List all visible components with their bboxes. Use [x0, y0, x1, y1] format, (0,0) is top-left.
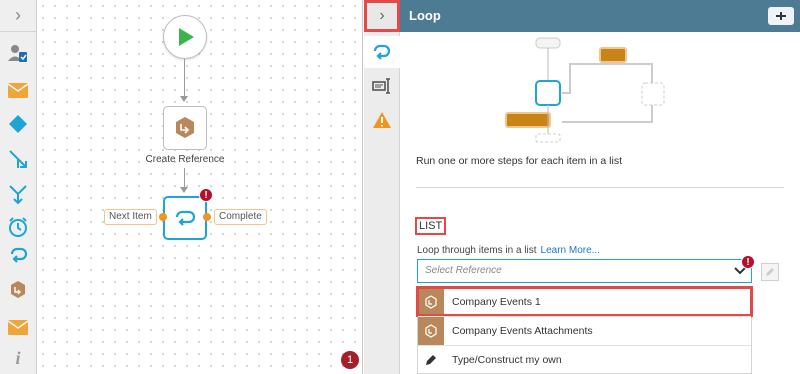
loop-icon — [373, 44, 390, 60]
connector-arrow-icon — [180, 187, 188, 193]
option-type-construct[interactable]: Type/Construct my own — [418, 346, 751, 374]
tab-loop[interactable] — [364, 36, 400, 68]
panel-header: Loop — [400, 0, 800, 32]
merge-icon[interactable] — [5, 181, 31, 207]
step-toolbar: › i — [0, 0, 37, 374]
next-item-label: Next Item — [104, 209, 157, 225]
reference-icon[interactable] — [5, 277, 31, 303]
info-icon[interactable]: i — [5, 345, 31, 371]
timer-icon[interactable] — [5, 214, 31, 240]
loop-icon — [175, 210, 196, 226]
reference-icon — [418, 317, 444, 345]
complete-label: Complete — [214, 209, 267, 225]
learn-more-link[interactable]: Learn More... — [541, 245, 600, 256]
option-label: Type/Construct my own — [452, 354, 562, 366]
add-step-button[interactable] — [768, 7, 794, 25]
reference-dropdown: Company Events 1 Company Events Attachme… — [416, 286, 753, 374]
pencil-icon — [766, 268, 774, 276]
create-reference-node[interactable] — [163, 106, 207, 150]
select-error-badge: ! — [741, 255, 755, 269]
tab-warnings[interactable] — [364, 104, 400, 136]
diamond-decision-icon[interactable] — [5, 111, 31, 137]
envelope-icon-2[interactable] — [5, 314, 31, 340]
panel-side-tabs: › — [364, 0, 400, 374]
plus-icon — [776, 12, 786, 20]
loop-node[interactable] — [163, 196, 207, 240]
tab-properties[interactable] — [364, 70, 400, 102]
list-section-title: LIST — [415, 217, 447, 235]
panel-title: Loop — [409, 8, 441, 23]
workflow-canvas[interactable]: Create Reference ! Next Item Complete 1 — [37, 0, 363, 374]
highlight-border — [416, 286, 753, 317]
loop-description: Run one or more steps for each item in a… — [416, 155, 623, 167]
loop-icon[interactable] — [5, 243, 31, 269]
assign-user-icon[interactable] — [5, 40, 31, 66]
reference-icon — [176, 117, 194, 138]
toolbar-expand-icon[interactable]: › — [0, 0, 36, 32]
option-company-events-attachments[interactable]: Company Events Attachments — [418, 317, 751, 345]
connector-line — [184, 59, 185, 96]
next-item-port[interactable] — [159, 213, 167, 221]
loop-error-badge: ! — [199, 188, 213, 202]
list-field-label: Loop through items in a list Learn More..… — [417, 245, 600, 256]
section-divider — [416, 187, 784, 188]
warning-icon — [373, 112, 391, 128]
panel-body: Run one or more steps for each item in a… — [400, 32, 800, 374]
app-root: › i Create Reference ! Next Item Complet… — [0, 0, 800, 374]
envelope-icon[interactable] — [5, 77, 31, 103]
notification-count-badge[interactable]: 1 — [341, 351, 359, 369]
branch-split-icon[interactable] — [5, 146, 31, 172]
connector-arrow-icon — [180, 96, 188, 102]
text-field-icon — [372, 78, 390, 94]
option-label: Company Events Attachments — [452, 325, 593, 337]
list-field-label-text: Loop through items in a list — [417, 245, 537, 256]
reference-select-placeholder: Select Reference — [425, 265, 502, 276]
complete-port[interactable] — [203, 213, 211, 221]
play-icon — [179, 28, 194, 46]
collapse-panel-button[interactable]: › — [364, 0, 400, 32]
loop-illustration — [505, 37, 665, 143]
option-company-events-1[interactable]: Company Events 1 — [416, 286, 753, 317]
create-reference-label: Create Reference — [145, 154, 225, 165]
pencil-icon — [418, 346, 444, 374]
connector-line — [184, 168, 185, 188]
edit-reference-button[interactable] — [761, 263, 779, 281]
start-node[interactable] — [163, 15, 207, 59]
reference-select[interactable]: Select Reference — [417, 259, 752, 283]
